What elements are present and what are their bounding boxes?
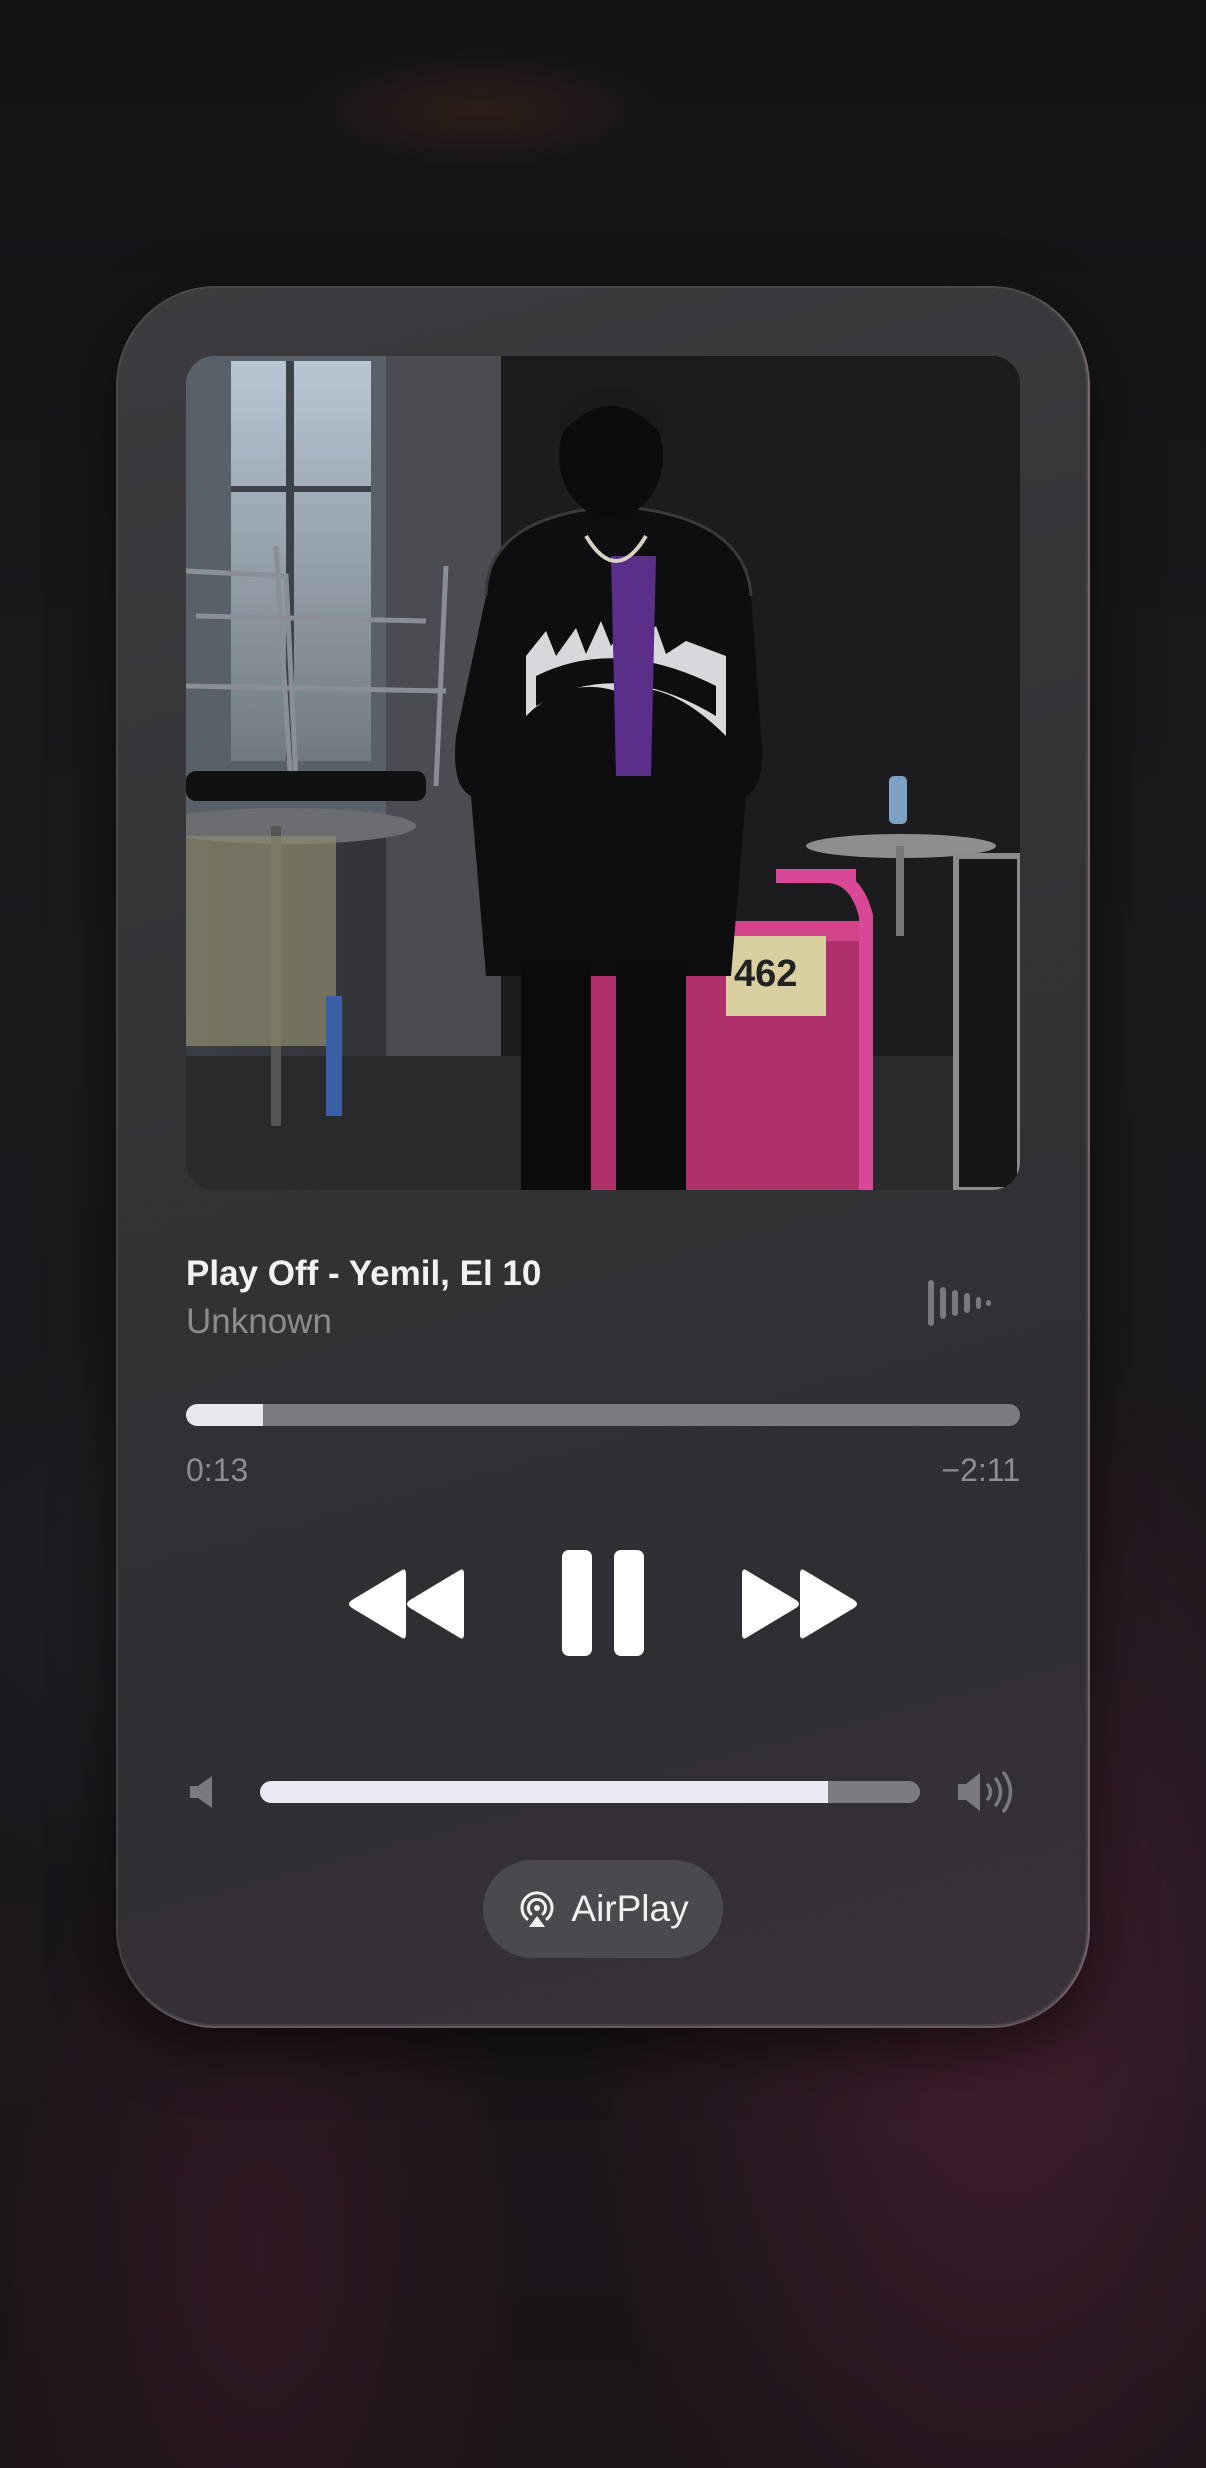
album-artwork[interactable]: 462: [186, 356, 1020, 1190]
album-artwork-image: 462: [186, 356, 1020, 1190]
song-title: Play Off - Yemil, El 10: [186, 1254, 542, 1293]
forward-button[interactable]: [742, 1566, 860, 1642]
speaker-low-icon: [190, 1776, 212, 1808]
elapsed-time: 0:13: [186, 1452, 249, 1488]
volume-slider[interactable]: [260, 1781, 920, 1803]
volume-fill: [260, 1781, 828, 1803]
rewind-button[interactable]: [346, 1566, 464, 1642]
airplay-icon: [520, 1891, 554, 1927]
speaker-high-icon: [958, 1771, 1013, 1813]
forward-icon: [742, 1569, 857, 1639]
playback-progress-fill: [186, 1404, 263, 1426]
artist-name: Unknown: [186, 1302, 332, 1341]
backward-icon: [349, 1569, 464, 1639]
waveform-icon[interactable]: [926, 1278, 992, 1328]
playback-progress-slider[interactable]: [186, 1404, 1020, 1426]
airplay-button[interactable]: AirPlay: [483, 1860, 723, 1958]
pause-button[interactable]: [560, 1548, 646, 1658]
remaining-time: −2:11: [941, 1452, 1020, 1488]
airplay-label: AirPlay: [571, 1888, 689, 1929]
pause-icon: [562, 1550, 644, 1656]
svg-text:462: 462: [734, 953, 797, 995]
